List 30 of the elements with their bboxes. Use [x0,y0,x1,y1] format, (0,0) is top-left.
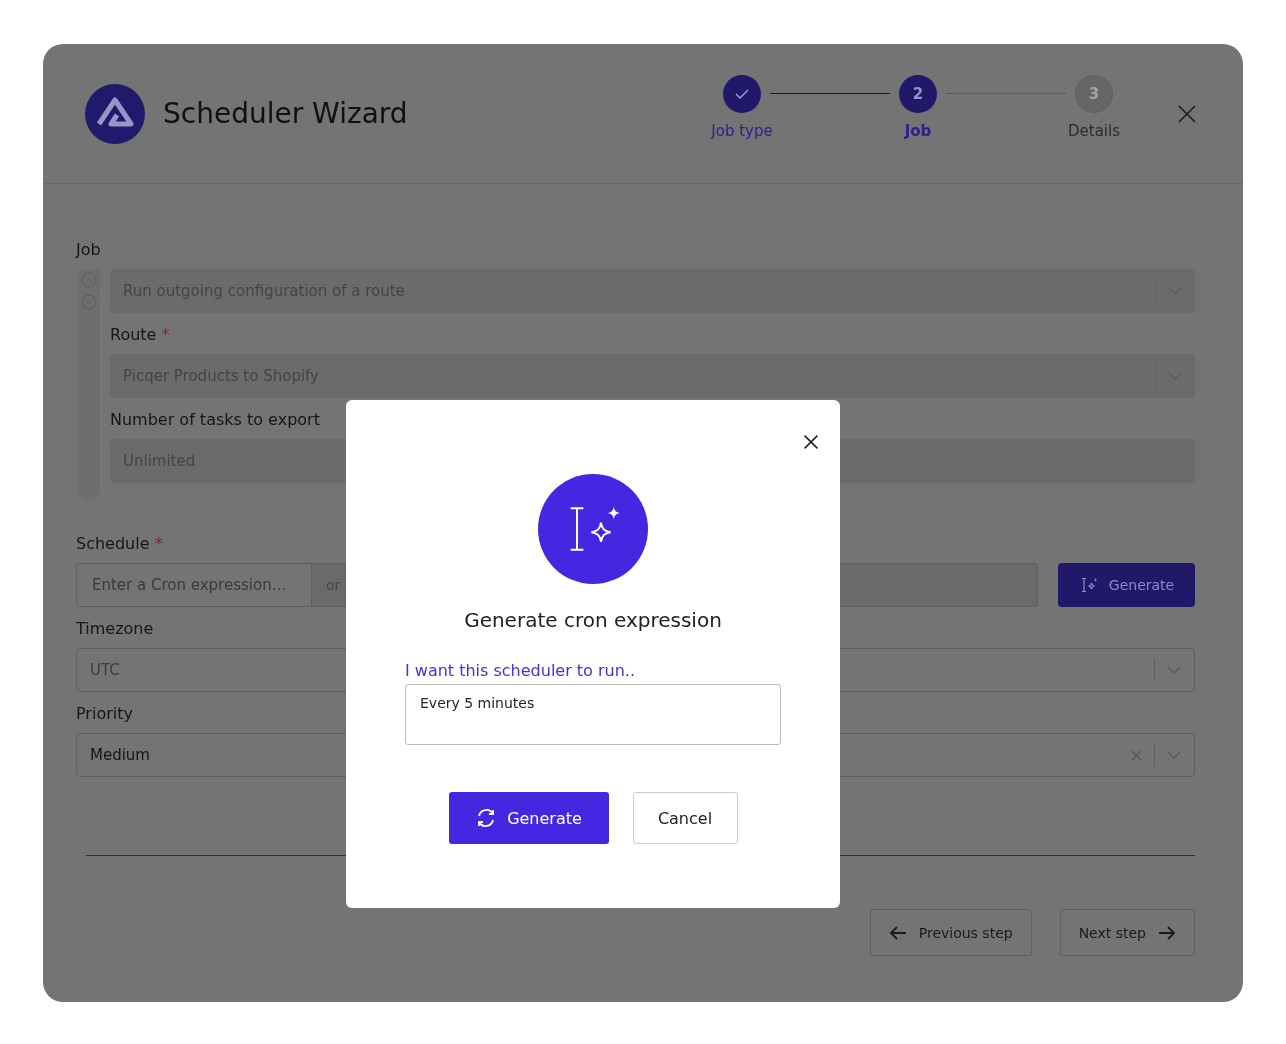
cron-input[interactable]: Enter a Cron expression... [76,563,312,607]
generate-button[interactable]: Generate [1058,563,1195,607]
step-label[interactable]: Job [904,122,932,140]
window-title: Scheduler Wizard [163,97,409,130]
close-icon[interactable] [803,434,819,450]
generate-button[interactable]: Generate [448,792,609,844]
step-number[interactable]: 2 [899,75,937,113]
arrow-right-icon [1158,925,1176,940]
field-label: Schedule * [76,534,163,553]
field-label: Timezone [76,619,154,638]
step-number[interactable]: 3 [1075,75,1113,113]
field-label: Priority [76,704,133,723]
prompt-textarea[interactable]: Every 5 minutes [405,684,781,745]
field-label: Job [76,240,101,259]
chevron-down-icon[interactable] [1167,751,1181,759]
check-icon [735,89,749,99]
prompt-label: I want this scheduler to run.. [405,661,637,680]
next-step-button[interactable]: Next step [1059,909,1195,956]
field-label: Number of tasks to export [110,410,320,429]
cancel-button[interactable]: Cancel [632,792,738,844]
previous-step-button[interactable]: Previous step [869,909,1032,956]
clear-icon[interactable] [1131,749,1142,761]
field-label: Route * [110,325,170,344]
step-label[interactable]: Job type [711,122,773,140]
arrow-left-icon [888,925,907,940]
logo-icon [85,83,145,144]
chevron-down-icon[interactable] [1167,666,1181,674]
step-label[interactable]: Details [1068,122,1120,140]
step-check[interactable] [723,75,761,113]
dialog-title: Generate cron expression [464,608,722,632]
